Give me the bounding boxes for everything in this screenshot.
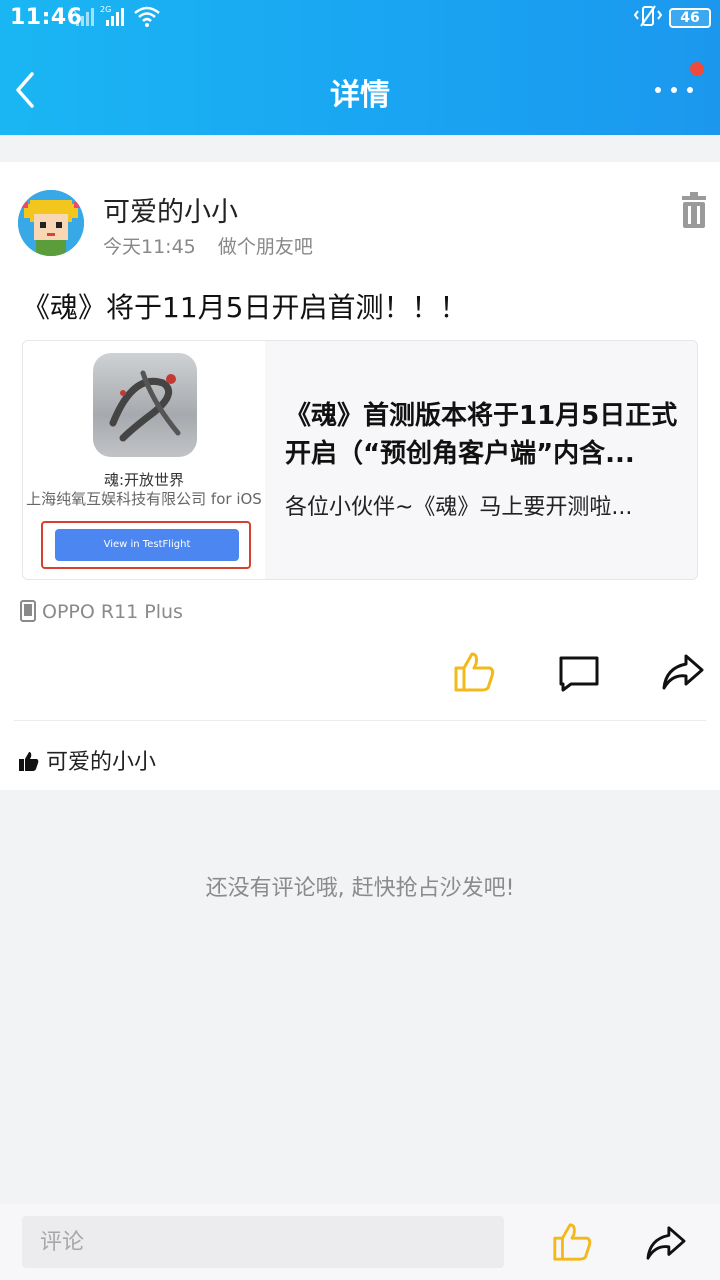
- empty-comments-text: 还没有评论哦, 赶快抢占沙发吧!: [205, 876, 515, 901]
- divider: [14, 720, 706, 721]
- comment-input[interactable]: [22, 1216, 504, 1268]
- notification-dot: [690, 62, 704, 76]
- svg-text:2G: 2G: [100, 5, 111, 14]
- header: 11:46 × 2G 46 详情: [0, 0, 720, 135]
- status-bar: 11:46 × 2G 46: [0, 0, 720, 36]
- like-icon[interactable]: [452, 650, 496, 694]
- post-mood: 做个朋友吧: [217, 236, 313, 258]
- svg-text:×: ×: [70, 6, 78, 16]
- username[interactable]: 可爱的小小: [103, 190, 238, 229]
- post-card: 可爱的小小 今天11:45 做个朋友吧 《魂》将于11月5日开启首测！！！ 魂:…: [0, 162, 720, 790]
- signal-2g-icon: 2G: [100, 5, 124, 26]
- link-title: 《魂》首测版本将于11月5日正式开启（“预创角客户端”内含...: [285, 401, 678, 469]
- more-icon[interactable]: [650, 78, 700, 102]
- vibrate-icon: [633, 5, 663, 27]
- bottom-bar: [0, 1204, 720, 1280]
- link-preview-card[interactable]: 魂:开放世界 上海纯氧互娱科技有限公司 for iOS View in Test…: [22, 340, 698, 580]
- comment-icon[interactable]: [557, 654, 601, 694]
- avatar[interactable]: [18, 190, 84, 256]
- share-icon[interactable]: [660, 652, 706, 692]
- post-time: 今天11:45: [103, 236, 196, 258]
- link-thumbnail: 魂:开放世界 上海纯氧互娱科技有限公司 for iOS View in Test…: [23, 341, 265, 579]
- battery-indicator: 46: [669, 8, 711, 28]
- testflight-button: View in TestFlight: [55, 529, 239, 561]
- link-company: 上海纯氧互娱科技有限公司 for iOS: [26, 490, 262, 508]
- avatar-image: [18, 190, 84, 256]
- liked-by-user[interactable]: 可爱的小小: [46, 750, 156, 775]
- app-logo-icon: [109, 370, 181, 442]
- post-text: 《魂》将于11月5日开启首测！！！: [22, 291, 468, 324]
- liked-by: 可爱的小小: [18, 744, 156, 776]
- page-title: 详情: [330, 78, 390, 113]
- testflight-highlight: View in TestFlight: [41, 521, 251, 569]
- app-icon: [93, 353, 197, 457]
- link-description: 各位小伙伴~《魂》马上要开测啦...: [285, 495, 633, 520]
- wifi-icon: [134, 6, 160, 27]
- signal-icon: ×: [70, 6, 94, 26]
- post-meta: 今天11:45 做个朋友吧: [103, 232, 313, 259]
- device-name: OPPO R11 Plus: [42, 601, 183, 623]
- link-app-name: 魂:开放世界: [103, 471, 185, 489]
- like-icon[interactable]: [551, 1220, 593, 1264]
- trash-icon[interactable]: [680, 192, 708, 228]
- device-info: OPPO R11 Plus: [20, 600, 183, 623]
- phone-icon: [20, 600, 36, 622]
- thumbs-up-icon: [19, 752, 39, 771]
- share-icon[interactable]: [644, 1224, 688, 1262]
